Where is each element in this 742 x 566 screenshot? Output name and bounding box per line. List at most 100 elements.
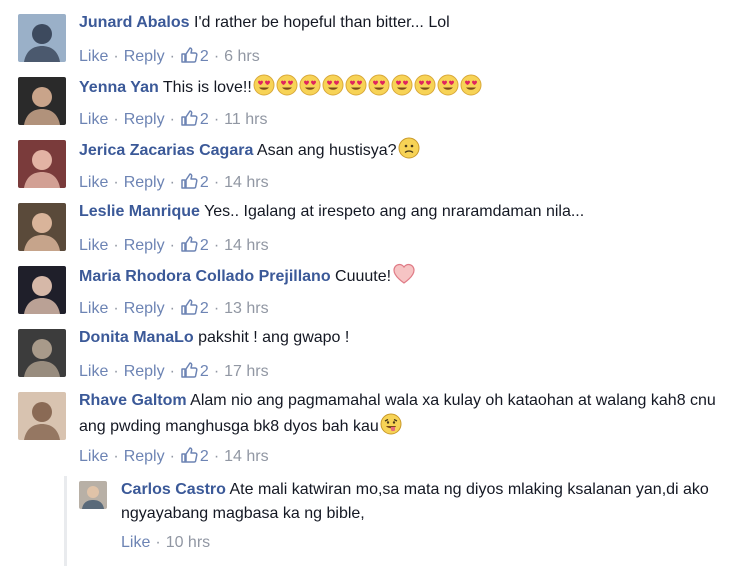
heart-eyes-icon <box>276 74 298 96</box>
comment-text: This is love!! <box>162 79 252 96</box>
reply-button[interactable]: Reply <box>124 111 165 128</box>
like-button[interactable]: Like <box>121 534 150 551</box>
comment-body: Donita ManaLo pakshit ! ang gwapo ! <box>79 326 736 350</box>
reply-button[interactable]: Reply <box>124 300 165 317</box>
avatar[interactable] <box>18 329 66 377</box>
separator: · <box>113 363 119 380</box>
separator: · <box>113 300 119 317</box>
like-button[interactable]: Like <box>79 174 108 191</box>
separator: · <box>213 48 220 65</box>
timestamp[interactable]: 14 hrs <box>224 237 268 254</box>
heart-eyes-icon <box>368 74 390 96</box>
separator: · <box>113 48 119 65</box>
like-button[interactable]: Like <box>79 48 108 65</box>
comment-actions: Like · Reply · 2 · 14 hrs <box>79 235 269 256</box>
commenter-name[interactable]: Maria Rhodora Collado Prejillano <box>79 268 331 285</box>
reply-button[interactable]: Reply <box>124 448 165 465</box>
separator: · <box>169 174 175 191</box>
avatar[interactable] <box>18 266 66 314</box>
comment-text: Asan ang hustisya? <box>256 142 397 159</box>
like-count-value: 2 <box>199 448 209 465</box>
tongue-out-icon <box>380 413 402 435</box>
commenter-name[interactable]: Leslie Manrique <box>79 203 200 220</box>
separator: · <box>113 237 119 254</box>
timestamp[interactable]: 17 hrs <box>224 363 268 380</box>
comment-actions: Like · Reply · 2 · 14 hrs <box>79 446 269 467</box>
like-thumb-icon <box>181 447 198 463</box>
separator: · <box>169 48 175 65</box>
separator: · <box>169 111 175 128</box>
timestamp[interactable]: 6 hrs <box>224 48 260 65</box>
like-button[interactable]: Like <box>79 448 108 465</box>
reply-button[interactable]: Reply <box>124 48 165 65</box>
timestamp[interactable]: 14 hrs <box>224 174 268 191</box>
like-thumb-icon <box>181 110 198 126</box>
avatar[interactable] <box>18 203 66 251</box>
commenter-name[interactable]: Junard Abalos <box>79 14 190 31</box>
commenter-name[interactable]: Donita ManaLo <box>79 329 194 346</box>
like-count[interactable]: 2 <box>180 173 209 191</box>
commenter-name[interactable]: Yenna Yan <box>79 79 159 96</box>
avatar[interactable] <box>79 481 107 509</box>
timestamp[interactable]: 13 hrs <box>224 300 268 317</box>
comment-body: Jerica Zacarias Cagara Asan ang hustisya… <box>79 137 736 163</box>
like-count-value: 2 <box>199 48 209 65</box>
like-thumb-icon <box>181 173 198 189</box>
heart-eyes-icon <box>253 74 275 96</box>
frown-face-icon <box>398 137 420 159</box>
commenter-name[interactable]: Rhave Galtom <box>79 392 187 409</box>
like-thumb-icon <box>181 299 198 315</box>
like-button[interactable]: Like <box>79 237 108 254</box>
like-thumb-icon <box>181 47 198 63</box>
timestamp[interactable]: 11 hrs <box>224 111 267 128</box>
comment-body: Leslie Manrique Yes.. Igalang at irespet… <box>79 200 736 224</box>
reply-button[interactable]: Reply <box>124 363 165 380</box>
timestamp[interactable]: 14 hrs <box>224 448 268 465</box>
like-count[interactable]: 2 <box>180 110 209 128</box>
avatar[interactable] <box>18 140 66 188</box>
comment-text: pakshit ! ang gwapo ! <box>198 329 350 346</box>
separator: · <box>213 174 220 191</box>
separator: · <box>169 237 175 254</box>
like-button[interactable]: Like <box>79 111 108 128</box>
separator: · <box>169 300 175 317</box>
comment-body: Carlos Castro Ate mali katwiran mo,sa ma… <box>121 478 736 526</box>
like-button[interactable]: Like <box>79 363 108 380</box>
avatar[interactable] <box>18 77 66 125</box>
comment-body: Junard Abalos I'd rather be hopeful than… <box>79 11 736 35</box>
separator: · <box>213 300 220 317</box>
timestamp[interactable]: 10 hrs <box>166 534 210 551</box>
like-count[interactable]: 2 <box>180 299 209 317</box>
heart-eyes-icon <box>460 74 482 96</box>
like-count[interactable]: 2 <box>180 236 209 254</box>
like-count[interactable]: 2 <box>180 447 209 465</box>
separator: · <box>155 534 161 551</box>
like-button[interactable]: Like <box>79 300 108 317</box>
reply-button[interactable]: Reply <box>124 237 165 254</box>
heart-eyes-icon <box>414 74 436 96</box>
avatar[interactable] <box>18 392 66 440</box>
like-count-value: 2 <box>199 111 209 128</box>
like-count[interactable]: 2 <box>180 362 209 380</box>
separator: · <box>169 363 175 380</box>
heart-eyes-icon <box>299 74 321 96</box>
comment-actions: Like · Reply · 2 · 14 hrs <box>79 172 269 193</box>
comment-body: Yenna Yan This is love!! <box>79 74 736 100</box>
heart-icon <box>392 263 415 285</box>
reply-button[interactable]: Reply <box>124 174 165 191</box>
separator: · <box>169 448 175 465</box>
comment-actions: Like · Reply · 2 · 6 hrs <box>79 46 260 67</box>
comment-text: Yes.. Igalang at irespeto ang ang nraram… <box>204 203 585 220</box>
like-count-value: 2 <box>199 363 209 380</box>
comment-text: Cuuute! <box>335 268 392 285</box>
separator: · <box>113 448 119 465</box>
commenter-name[interactable]: Jerica Zacarias Cagara <box>79 142 253 159</box>
like-count[interactable]: 2 <box>180 47 209 65</box>
like-thumb-icon <box>181 236 198 252</box>
heart-eyes-icon <box>322 74 344 96</box>
like-count-value: 2 <box>199 237 209 254</box>
avatar[interactable] <box>18 14 66 62</box>
comment-actions: Like · Reply · 2 · 11 hrs <box>79 109 267 130</box>
commenter-name[interactable]: Carlos Castro <box>121 481 226 498</box>
separator: · <box>113 174 119 191</box>
